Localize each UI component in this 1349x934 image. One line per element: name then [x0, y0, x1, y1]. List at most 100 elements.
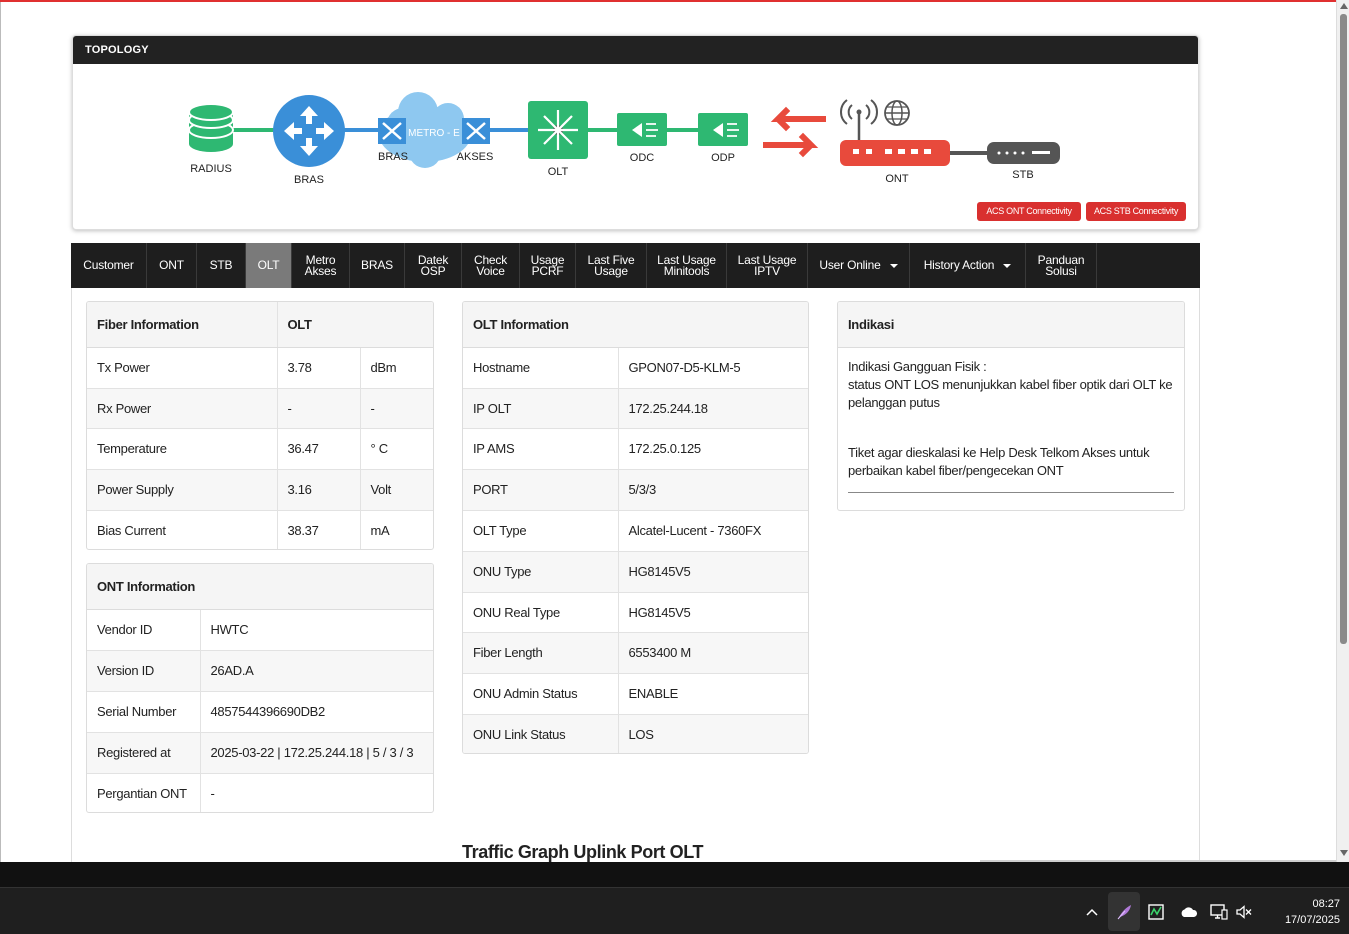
row-label: Fiber Length [463, 631, 618, 673]
row-value: 38.37 [276, 509, 360, 549]
row-label: IP OLT [463, 387, 618, 428]
tab-bras[interactable]: BRAS [350, 243, 405, 288]
olt-label: OLT [548, 166, 569, 178]
row-label: Vendor ID [87, 608, 200, 650]
table-row: PORT 5/3/3 [463, 468, 808, 510]
tab-label: Last Five Usage [587, 252, 635, 278]
bras-label: BRAS [294, 174, 324, 186]
olt-information-table: OLT Information Hostname GPON07-D5-KLM-5… [463, 302, 808, 753]
indikasi-table: Indikasi [838, 302, 1184, 348]
speaker-muted-icon[interactable] [1234, 888, 1254, 934]
metro-label: METRO - E [408, 128, 460, 139]
akses-switch-icon [462, 118, 490, 144]
row-value: - [276, 387, 360, 428]
tab-ont[interactable]: ONT [147, 243, 197, 288]
indikasi-status-text: status ONT LOS menunjukkan kabel fiber o… [848, 376, 1173, 410]
tab-last-usage-minitools[interactable]: Last Usage Minitools [647, 243, 727, 288]
tab-label: BRAS [361, 258, 393, 272]
row-value: LOS [617, 713, 808, 753]
tab-customer[interactable]: Customer [71, 243, 147, 288]
table-row: Bias Current 38.37 mA [87, 509, 433, 549]
window-bottom-bar [0, 862, 1349, 887]
ont-information-table: ONT Information Vendor ID HWTC Version I… [87, 564, 433, 812]
scroll-up-arrow-icon[interactable] [1340, 3, 1348, 9]
odc-splitter-icon [617, 113, 667, 146]
table-row: IP AMS 172.25.0.125 [463, 427, 808, 469]
acs-stb-connectivity-button[interactable]: ACS STB Connectivity [1086, 202, 1186, 221]
tab-usage-pcrf[interactable]: Usage PCRF [520, 243, 576, 288]
task-manager-icon[interactable] [1146, 888, 1166, 934]
indikasi-action-text: Tiket agar dieskalasi ke Help Desk Telko… [848, 444, 1150, 478]
tab-history-action-dropdown[interactable]: History Action [910, 243, 1026, 288]
row-label: ONU Type [463, 550, 618, 592]
row-label: Serial Number [87, 690, 200, 732]
clock-time: 08:27 [1312, 898, 1340, 910]
table-row: Serial Number 4857544396690DB2 [87, 690, 433, 732]
row-value: 36.47 [276, 427, 360, 469]
row-unit: Volt [359, 468, 433, 510]
table-row: Rx Power - - [87, 387, 433, 428]
table-row: Hostname GPON07-D5-KLM-5 [463, 346, 808, 388]
topology-title: TOPOLOGY [73, 36, 1198, 64]
table-row: Power Supply 3.16 Volt [87, 468, 433, 510]
tab-datek-osp[interactable]: Datek OSP [405, 243, 462, 288]
page-viewport: TOPOLOGY RADIUS BRAS METRO - E BRAS AKSE… [0, 2, 1336, 862]
row-value: HG8145V5 [617, 550, 808, 592]
tab-metro-akses[interactable]: Metro Akses [292, 243, 350, 288]
scroll-down-arrow-icon[interactable] [1340, 850, 1348, 856]
tab-label: Last Usage Minitools [657, 252, 716, 278]
vertical-scrollbar[interactable] [1336, 0, 1349, 862]
network-display-icon[interactable] [1208, 888, 1230, 934]
chevron-up-icon[interactable] [1082, 888, 1102, 934]
ont-modem-icon [840, 140, 950, 166]
akses-label: AKSES [457, 151, 494, 163]
taskbar-clock[interactable]: 08:27 17/07/2025 [1262, 896, 1340, 928]
tab-label: Panduan Solusi [1037, 252, 1085, 278]
ont-label: ONT [885, 173, 909, 185]
row-value: 2025-03-22 | 172.25.244.18 | 5 / 3 / 3 [199, 731, 433, 773]
indikasi-body: Indikasi Gangguan Fisik : status ONT LOS… [838, 348, 1184, 493]
row-label: Power Supply [87, 468, 277, 510]
wifi-antenna-icon [840, 99, 878, 142]
row-value: HG8145V5 [617, 591, 808, 632]
indikasi-card: Indikasi Indikasi Gangguan Fisik : statu… [837, 301, 1185, 511]
tab-last-five-usage[interactable]: Last Five Usage [576, 243, 647, 288]
tab-user-online-dropdown[interactable]: User Online [808, 243, 910, 288]
table-row: Registered at 2025-03-22 | 172.25.244.18… [87, 731, 433, 773]
tab-last-usage-iptv[interactable]: Last Usage IPTV [727, 243, 808, 288]
olt-switch-icon [528, 101, 588, 159]
table-row: Temperature 36.47 ° C [87, 427, 433, 469]
row-label: Tx Power [87, 346, 277, 388]
tab-olt[interactable]: OLT [246, 243, 292, 288]
tab-stb[interactable]: STB [197, 243, 246, 288]
tab-check-voice[interactable]: Check Voice [462, 243, 520, 288]
globe-icon [884, 100, 910, 126]
olt-information-card: OLT Information Hostname GPON07-D5-KLM-5… [462, 301, 809, 754]
table-row: Vendor ID HWTC [87, 608, 433, 650]
row-value: 26AD.A [199, 649, 433, 691]
windows-taskbar: 08:27 17/07/2025 [0, 887, 1349, 934]
table-row: IP OLT 172.25.244.18 [463, 387, 808, 428]
acs-ont-connectivity-button[interactable]: ACS ONT Connectivity [977, 202, 1081, 221]
bidirectional-arrows-icon [763, 106, 826, 158]
scrollbar-thumb[interactable] [1340, 14, 1347, 644]
odp-splitter-icon [698, 113, 748, 146]
bras-switch-icon [378, 118, 406, 144]
tab-label: STB [209, 258, 233, 272]
divider [848, 491, 1174, 493]
tab-panduan-solusi[interactable]: Panduan Solusi [1026, 243, 1097, 288]
fiber-header: Fiber Information [87, 302, 277, 348]
main-tab-bar: Customer ONT STB OLT Metro Akses BRAS Da… [71, 243, 1200, 288]
table-row: OLT Type Alcatel-Lucent - 7360FX [463, 509, 808, 551]
row-value: ENABLE [617, 672, 808, 714]
row-value: 4857544396690DB2 [199, 690, 433, 732]
table-row: ONU Admin Status ENABLE [463, 672, 808, 714]
ont-information-card: ONT Information Vendor ID HWTC Version I… [86, 563, 434, 813]
onedrive-cloud-icon[interactable] [1178, 888, 1200, 934]
row-value: GPON07-D5-KLM-5 [617, 346, 808, 388]
tab-label: Check Voice [473, 252, 507, 278]
row-value: 5/3/3 [617, 468, 808, 510]
feather-app-icon[interactable] [1108, 892, 1140, 931]
row-value: 6553400 M [617, 631, 808, 673]
clock-date: 17/07/2025 [1284, 914, 1340, 926]
